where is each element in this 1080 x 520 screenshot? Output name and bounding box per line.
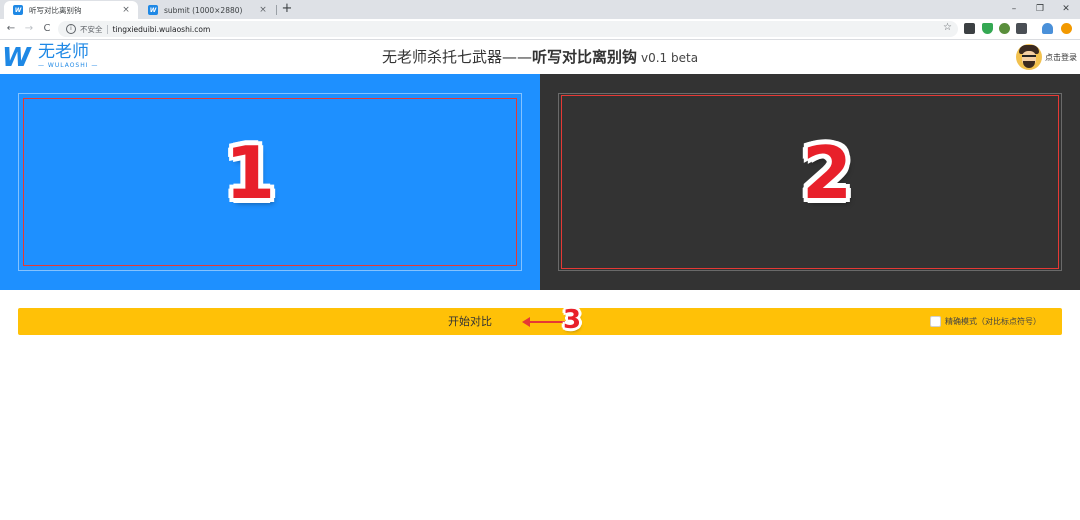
close-window-button[interactable]: ✕	[1053, 1, 1079, 17]
site-favicon-icon: W	[13, 5, 23, 15]
tab-title: submit (1000×2880)	[164, 5, 243, 15]
start-compare-button[interactable]: 开始对比	[438, 308, 502, 335]
annotation-number-1: 1	[225, 131, 276, 215]
reload-button[interactable]: C	[40, 22, 54, 36]
update-alert-icon[interactable]	[1061, 23, 1072, 34]
page-title: 无老师杀托七武器——听写对比离别钩 v0.1 beta	[0, 40, 1080, 74]
new-tab-button[interactable]: +	[280, 1, 294, 17]
version-label: v0.1 beta	[640, 51, 699, 65]
tab-close-icon[interactable]: ×	[120, 5, 132, 15]
login-link[interactable]: 点击登录	[1045, 52, 1077, 63]
forward-button[interactable]: →	[22, 22, 36, 36]
extension-icon[interactable]	[964, 23, 975, 34]
restore-button[interactable]: ❐	[1027, 1, 1053, 17]
address-bar[interactable]: i 不安全 tingxieduibi.wulaoshi.com ☆	[58, 21, 958, 37]
url-text[interactable]: tingxieduibi.wulaoshi.com	[113, 25, 211, 34]
minimize-button[interactable]: –	[1001, 1, 1027, 17]
right-text-panel: 2	[540, 74, 1080, 290]
not-secure-label: 不安全	[80, 24, 103, 34]
logo-subtext: — WULAOSHI —	[38, 62, 99, 69]
site-header: 无老师杀托七武器——听写对比离别钩 v0.1 beta W 无老师 — WULAO…	[0, 40, 1080, 74]
title-main: 听写对比离别钩	[531, 48, 637, 66]
extension-icon[interactable]	[999, 23, 1010, 34]
title-prefix: 无老师杀托七武器——	[381, 48, 532, 66]
url-divider	[106, 24, 108, 34]
back-button[interactable]: ←	[4, 22, 18, 36]
profile-icon[interactable]	[1042, 23, 1053, 34]
site-favicon-icon: W	[148, 5, 158, 15]
avatar[interactable]	[1016, 44, 1042, 70]
precise-mode-toggle[interactable]: 精确模式（对比标点符号）	[930, 316, 1041, 327]
site-logo[interactable]: W 无老师 — WULAOSHI —	[2, 42, 102, 72]
logo-text: 无老师	[38, 42, 89, 62]
action-bar: 开始对比 3 精确模式（对比标点符号）	[18, 305, 1062, 335]
tab-close-icon[interactable]: ×	[257, 5, 269, 15]
annotation-number-3: 3	[563, 305, 582, 335]
extension-icon[interactable]	[1016, 23, 1027, 34]
tab-submit[interactable]: W submit (1000×2880) ×	[139, 1, 275, 19]
tab-title: 听写对比离别钩	[29, 5, 82, 15]
precise-mode-checkbox[interactable]	[930, 316, 941, 327]
bookmark-star-icon[interactable]: ☆	[943, 22, 952, 33]
annotation-number-2: 2	[802, 131, 853, 215]
precise-mode-label: 精确模式（对比标点符号）	[945, 317, 1041, 326]
tab-tingxie[interactable]: W 听写对比离别钩 ×	[4, 1, 138, 19]
browser-toolbar: ← → C i 不安全 tingxieduibi.wulaoshi.com ☆	[0, 19, 1080, 40]
left-text-panel: 1	[0, 74, 540, 290]
browser-tabstrip: W 听写对比离别钩 × W submit (1000×2880) × + – ❐…	[0, 0, 1080, 19]
logo-mark-icon: W	[2, 43, 31, 73]
info-icon[interactable]: i	[66, 24, 76, 34]
shield-extension-icon[interactable]	[982, 23, 993, 34]
tab-divider	[276, 5, 277, 15]
